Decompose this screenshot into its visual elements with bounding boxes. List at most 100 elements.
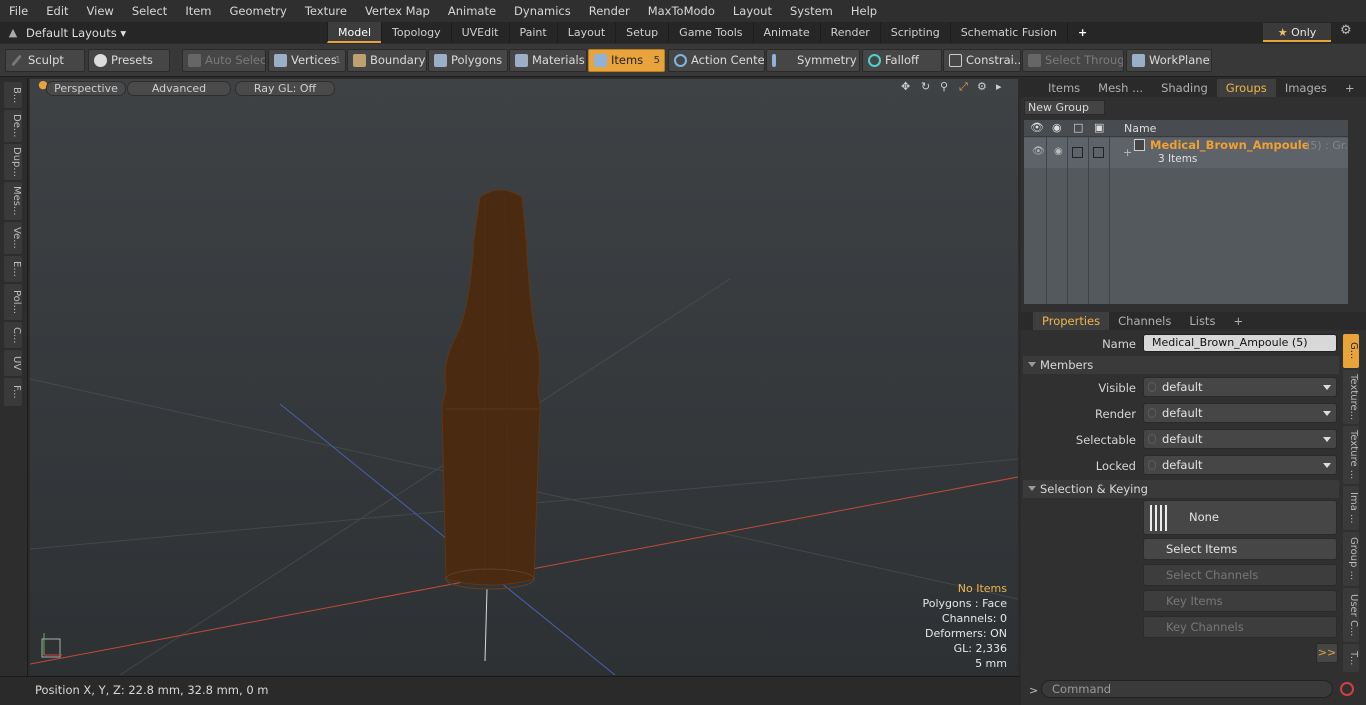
right-tab-texture-1[interactable]: Texture... — [1343, 370, 1359, 424]
sculpt-button[interactable]: Sculpt — [5, 49, 85, 72]
tab-lists[interactable]: Lists — [1180, 312, 1224, 330]
vertices-button[interactable]: Vertices 1 — [268, 49, 346, 72]
visible-dropdown[interactable]: default — [1143, 377, 1337, 397]
tab-setup[interactable]: Setup — [615, 22, 668, 43]
tab-properties[interactable]: Properties — [1033, 312, 1110, 330]
render-radio[interactable] — [1148, 408, 1156, 418]
auto-select-button[interactable]: Auto Select — [182, 49, 266, 72]
left-tab-edge[interactable]: E... — [4, 256, 22, 282]
tab-model[interactable]: Model — [327, 22, 382, 43]
none-button[interactable]: None — [1143, 500, 1337, 535]
tab-animate[interactable]: Animate — [752, 22, 820, 43]
row-lock-checkbox[interactable] — [1072, 147, 1083, 158]
pan-icon[interactable]: ✥ — [901, 80, 910, 93]
menu-view[interactable]: View — [78, 4, 123, 18]
raygl-button[interactable]: Ray GL: Off — [235, 81, 335, 96]
locked-dropdown[interactable]: default — [1143, 455, 1337, 475]
left-tab-duplicate[interactable]: Dup... — [4, 144, 22, 180]
left-tab-uv[interactable]: UV — [4, 350, 22, 376]
action-center-button[interactable]: Action Center — [668, 49, 765, 72]
lock-column-icon[interactable]: □ — [1073, 121, 1083, 134]
new-group-button[interactable]: New Group — [1024, 100, 1105, 115]
left-tab-vertex[interactable]: Ve... — [4, 222, 22, 254]
left-tab-basic[interactable]: B... — [4, 82, 22, 108]
more-button[interactable]: >> — [1316, 643, 1338, 663]
tab-layout[interactable]: Layout — [556, 22, 615, 43]
materials-button[interactable]: Materials — [509, 49, 587, 72]
presets-button[interactable]: Presets — [88, 49, 170, 72]
select-through-button[interactable]: Select Through — [1022, 49, 1124, 72]
visibility-column-icon[interactable]: 👁 — [1030, 121, 1044, 134]
boundary-button[interactable]: Boundary — [347, 49, 427, 72]
symmetry-button[interactable]: Symmetry — [766, 49, 860, 72]
items-button[interactable]: Items 5 — [588, 49, 665, 72]
falloff-button[interactable]: Falloff — [862, 49, 942, 72]
tab-paint[interactable]: Paint — [508, 22, 557, 43]
add-properties-tab-button[interactable]: + — [1224, 312, 1252, 330]
render-dropdown[interactable]: default — [1143, 403, 1337, 423]
left-tab-mesh-edit[interactable]: Mes... — [4, 182, 22, 220]
fit-icon[interactable]: ⤢ — [959, 80, 968, 94]
group-name[interactable]: Medical_Brown_Ampoule — [1150, 138, 1310, 152]
tab-game-tools[interactable]: Game Tools — [668, 22, 752, 43]
render-column-icon[interactable]: ◉ — [1052, 121, 1062, 134]
menu-edit[interactable]: Edit — [37, 4, 77, 18]
group-row[interactable]: 👁 ◉ + Medical_Brown_Ampoule (5) : Gr... … — [1024, 138, 1348, 168]
viewport-more-icon[interactable]: ▸ — [996, 80, 1002, 93]
row-visibility-icon[interactable]: 👁 — [1032, 146, 1045, 157]
selection-keying-section-header[interactable]: Selection & Keying — [1023, 480, 1339, 498]
tab-mesh[interactable]: Mesh ... — [1089, 79, 1152, 97]
row-render-icon[interactable]: ◉ — [1054, 146, 1063, 157]
selectable-dropdown[interactable]: default — [1143, 429, 1337, 449]
right-tab-texture-2[interactable]: Texture ... — [1343, 426, 1359, 484]
add-tab-button[interactable]: + — [1067, 22, 1097, 43]
menu-help[interactable]: Help — [842, 4, 886, 18]
tab-schematic-fusion[interactable]: Schematic Fusion — [949, 22, 1067, 43]
tab-items[interactable]: Items — [1039, 79, 1089, 97]
right-tab-t[interactable]: T... — [1343, 644, 1359, 672]
3d-viewport[interactable]: ● Perspective Advanced Ray GL: Off ✥ ↻ ⚲… — [30, 79, 1018, 675]
row-select-checkbox[interactable] — [1093, 147, 1104, 158]
menu-animate[interactable]: Animate — [439, 4, 505, 18]
viewport-settings-icon[interactable]: ⚙ — [977, 80, 987, 93]
rotate-icon[interactable]: ↻ — [921, 80, 930, 93]
right-tab-group-2[interactable]: Group ... — [1343, 532, 1359, 586]
tab-topology[interactable]: Topology — [381, 22, 451, 43]
gear-icon[interactable]: ⚙ — [1340, 23, 1352, 38]
menu-geometry[interactable]: Geometry — [221, 4, 296, 18]
tab-render[interactable]: Render — [819, 22, 880, 43]
select-column-icon[interactable]: ▣ — [1094, 121, 1104, 134]
only-button[interactable]: ★ Only — [1263, 23, 1331, 42]
members-section-header[interactable]: Members — [1023, 356, 1339, 374]
perspective-button[interactable]: Perspective — [46, 81, 126, 96]
menu-render[interactable]: Render — [580, 4, 639, 18]
key-items-button[interactable]: Key Items — [1143, 590, 1337, 612]
layout-dropdown[interactable]: Default Layouts ▾ — [26, 26, 136, 40]
polygons-button[interactable]: Polygons — [428, 49, 508, 72]
menu-layout[interactable]: Layout — [724, 4, 781, 18]
visible-radio[interactable] — [1148, 382, 1156, 392]
menu-file[interactable]: File — [0, 4, 37, 18]
key-channels-button[interactable]: Key Channels — [1143, 616, 1337, 638]
constraints-button[interactable]: Constrai... — [943, 49, 1021, 72]
name-field[interactable]: Medical_Brown_Ampoule (5) — [1143, 334, 1337, 352]
name-column-header[interactable]: Name — [1124, 122, 1156, 135]
left-tab-polygon[interactable]: Pol... — [4, 284, 22, 320]
tab-channels[interactable]: Channels — [1109, 312, 1180, 330]
left-tab-curve[interactable]: C... — [4, 322, 22, 348]
menu-maxtomodo[interactable]: MaxToModo — [639, 4, 724, 18]
advanced-button[interactable]: Advanced — [127, 81, 231, 96]
selectable-radio[interactable] — [1148, 434, 1156, 444]
left-tab-deform[interactable]: De... — [4, 110, 22, 142]
locked-radio[interactable] — [1148, 460, 1156, 470]
menu-dynamics[interactable]: Dynamics — [505, 4, 580, 18]
select-channels-button[interactable]: Select Channels — [1143, 564, 1337, 586]
right-tab-user-channels[interactable]: User C... — [1343, 588, 1359, 642]
left-tab-fusion[interactable]: F... — [4, 378, 22, 406]
workplane-button[interactable]: WorkPlane — [1126, 49, 1212, 72]
tab-scripting[interactable]: Scripting — [879, 22, 950, 43]
right-tab-image[interactable]: Ima ... — [1343, 486, 1359, 530]
select-items-button[interactable]: Select Items — [1143, 538, 1337, 560]
expand-icon[interactable]: + — [1123, 146, 1132, 159]
tab-groups[interactable]: Groups — [1216, 79, 1276, 97]
